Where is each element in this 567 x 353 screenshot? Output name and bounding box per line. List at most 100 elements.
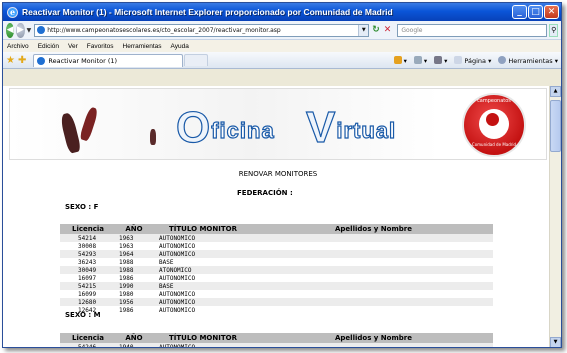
banner-oficina-word: Oficina (175, 102, 275, 152)
campeonatos-logo: campeonatos Comunidad de Madrid (462, 93, 526, 157)
menu-favoritos[interactable]: Favoritos (87, 43, 114, 50)
cell-licencia: 16097 (78, 274, 97, 282)
table-row[interactable]: 54214 1963 AUTONOMICO (60, 234, 493, 242)
menu-edicion[interactable]: Edición (38, 43, 59, 50)
cell-licencia: 16099 (78, 290, 97, 298)
favorites-star-icon[interactable]: ★ (6, 55, 15, 66)
table-header: Licencia AÑO TÍTULO MONITOR Apellidos y Nom… (60, 224, 493, 234)
cell-anio: 1980 (119, 290, 134, 298)
menu-archivo[interactable]: Archivo (7, 43, 29, 50)
header-titulo: TÍTULO MONITOR (169, 225, 237, 233)
header-anio: AÑO (125, 225, 143, 233)
refresh-icon[interactable]: ↻ (372, 25, 380, 35)
page-icon (37, 26, 46, 34)
cell-anio: 1990 (119, 282, 134, 290)
menu-ver[interactable]: Ver (68, 43, 78, 50)
add-favorites-icon[interactable]: ✚ (18, 55, 26, 66)
tab-reactivar-monitor[interactable]: Reactivar Monitor (1) (33, 53, 184, 67)
cell-licencia: 36243 (78, 258, 97, 266)
federacion-label: FEDERACIÓN : (237, 189, 293, 197)
cell-licencia: 54246 (78, 343, 97, 348)
table-row[interactable]: 54293 1964 AUTONOMICO (60, 250, 493, 258)
tools-menu[interactable]: Herramientas ▾ (498, 55, 558, 65)
address-bar[interactable]: http://www.campeonatosescolares.es/cto_e… (34, 23, 370, 37)
cell-anio: 1988 (119, 258, 134, 266)
cell-titulo: AUTONOMICO (159, 290, 196, 298)
header-titulo: TÍTULO MONITOR (169, 334, 237, 342)
title-bar: e Reactivar Monitor (1) - Microsoft Inte… (3, 3, 561, 21)
cell-licencia: 12680 (78, 298, 97, 306)
table-row[interactable]: 54215 1990 BASE (60, 282, 493, 290)
sexo-label: SEXO : M (65, 311, 101, 319)
cell-licencia: 30049 (78, 266, 97, 274)
ie-logo-icon: e (7, 6, 18, 18)
stop-icon[interactable]: ✕ (384, 25, 392, 35)
page-viewport: Oficina Virtual campeonatos Comunidad de… (3, 86, 561, 348)
tab-label: Reactivar Monitor (1) (48, 56, 118, 65)
feeds-icon[interactable]: ▾ (413, 55, 427, 65)
address-url[interactable]: http://www.campeonatosescolares.es/cto_e… (47, 27, 358, 34)
table-row[interactable]: 36243 1988 BASE (60, 258, 493, 266)
back-button[interactable]: ◀ (6, 22, 15, 38)
scroll-down-icon[interactable]: ▼ (550, 337, 561, 347)
cell-anio: 1988 (119, 266, 134, 274)
cell-licencia: 30008 (78, 242, 97, 250)
cell-titulo: BASE (159, 258, 174, 266)
menu-ayuda[interactable]: Ayuda (171, 43, 189, 50)
address-dropdown-icon[interactable]: ▼ (358, 24, 369, 36)
header-licencia: Licencia (71, 334, 104, 342)
cell-titulo: AUTONOMICO (159, 298, 196, 306)
sexo-label: SEXO : F (65, 203, 99, 211)
table-header: Licencia AÑO TÍTULO MONITOR Apellidos y Nom… (60, 333, 493, 343)
cell-titulo: BASE (159, 282, 174, 290)
vertical-scrollbar[interactable]: ▲ ▼ (549, 86, 561, 347)
table-row[interactable]: 16099 1980 AUTONOMICO (60, 290, 493, 298)
menu-bar: Archivo Edición Ver Favoritos Herramient… (3, 40, 561, 52)
minimize-button[interactable]: _ (512, 5, 527, 19)
history-dropdown-icon[interactable]: ▼ (27, 27, 32, 34)
home-icon[interactable]: ▾ (393, 55, 407, 65)
table-row[interactable]: 30049 1988 ATONOMICO (60, 266, 493, 274)
cell-licencia: 54214 (78, 234, 97, 242)
monitors-table: Licencia AÑO TÍTULO MONITOR Apellidos y Nom… (60, 333, 493, 348)
cell-licencia: 54293 (78, 250, 97, 258)
cell-titulo: AUTONOMICO (159, 274, 196, 282)
new-tab-button[interactable] (184, 54, 209, 66)
cell-titulo: AUTONOMICO (159, 250, 196, 258)
browser-window: e Reactivar Monitor (1) - Microsoft Inte… (2, 2, 562, 348)
close-button[interactable]: ✕ (544, 5, 559, 19)
table-row[interactable]: 12642 1986 AUTONOMICO (60, 306, 493, 314)
cell-anio: 1940 (119, 343, 134, 348)
tab-row: ★ ✚ Reactivar Monitor (1) ▾ ▾ ▾ Página ▾… (3, 52, 561, 69)
banner-virtual-word: Virtual (305, 102, 397, 152)
cell-anio: 1986 (119, 274, 134, 282)
maximize-button[interactable]: □ (528, 5, 543, 19)
runner-silhouette-3 (150, 129, 156, 145)
cell-titulo: AUTONOMICO (159, 234, 196, 242)
cell-titulo: AUTONOMICO (159, 306, 196, 314)
cell-anio: 1956 (119, 298, 134, 306)
table-row[interactable]: 30008 1963 AUTONOMICO (60, 242, 493, 250)
print-icon[interactable]: ▾ (434, 55, 447, 65)
cell-licencia: 54215 (78, 282, 97, 290)
forward-button[interactable]: ▶ (16, 22, 25, 38)
header-nombre: Apellidos y Nombre (335, 225, 412, 233)
scroll-thumb[interactable] (550, 100, 561, 152)
cell-titulo: AUTONOMICO (159, 242, 196, 250)
search-icon[interactable]: ⚲ (549, 23, 558, 37)
web-page: Oficina Virtual campeonatos Comunidad de… (9, 88, 547, 348)
search-input[interactable]: Google (397, 23, 548, 37)
menu-herramientas[interactable]: Herramientas (123, 43, 162, 50)
cell-titulo: ATONOMICO (159, 266, 192, 274)
table-row[interactable]: 16097 1986 AUTONOMICO (60, 274, 493, 282)
cell-anio: 1963 (119, 234, 134, 242)
cell-titulo: AUTONOMICO (159, 343, 196, 348)
cell-anio: 1964 (119, 250, 134, 258)
table-row[interactable]: 54246 1940 AUTONOMICO (60, 343, 493, 348)
page-menu[interactable]: Página ▾ (454, 55, 491, 65)
table-row[interactable]: 12680 1956 AUTONOMICO (60, 298, 493, 306)
tab-page-icon (37, 56, 46, 65)
scroll-up-icon[interactable]: ▲ (550, 86, 561, 97)
cell-anio: 1986 (119, 306, 134, 314)
window-title: Reactivar Monitor (1) - Microsoft Intern… (22, 7, 393, 17)
